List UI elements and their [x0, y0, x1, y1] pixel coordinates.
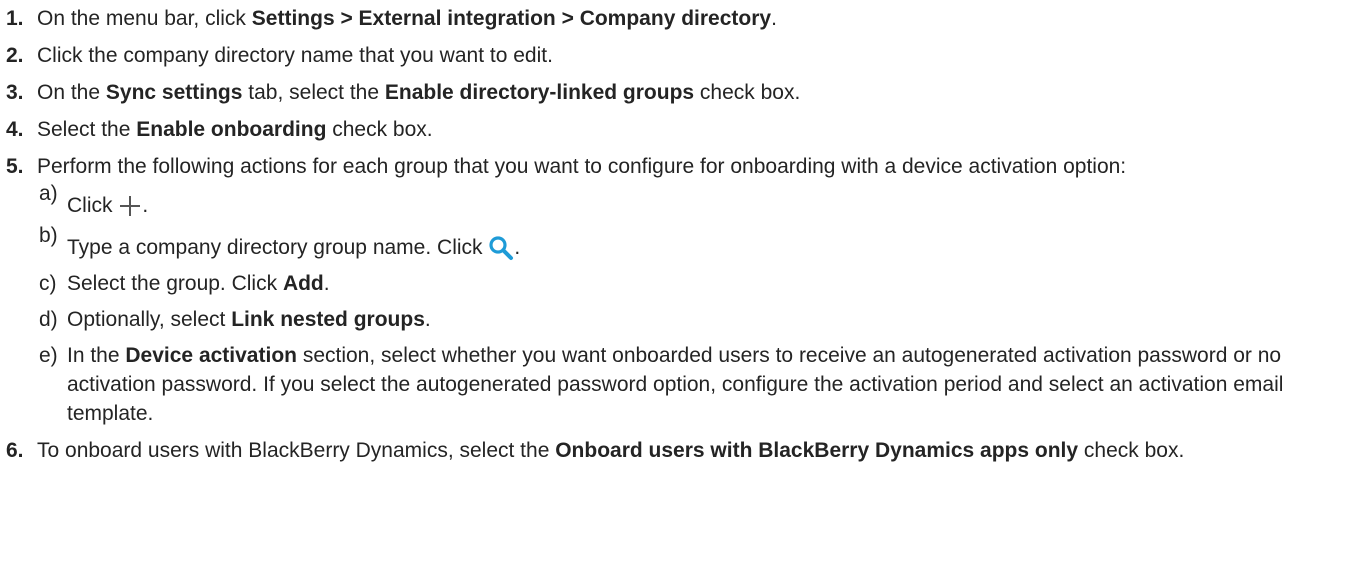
substep-list: a) Click . b) Type a company directory g…	[39, 182, 1351, 428]
step-3: 3. On the Sync settings tab, select the …	[6, 78, 1351, 107]
step-text: Click the company directory name that yo…	[37, 44, 553, 67]
search-icon	[488, 235, 514, 261]
substep-letter: a)	[39, 182, 58, 205]
substep-letter: c)	[39, 272, 57, 295]
step-number: 4.	[6, 118, 24, 141]
substep-c: c) Select the group. Click Add.	[39, 269, 1351, 298]
procedure-document: 1. On the menu bar, click Settings > Ext…	[0, 0, 1357, 465]
step-text: On the menu bar, click Settings > Extern…	[37, 7, 777, 30]
substep-letter: e)	[39, 344, 58, 367]
step-5: 5. Perform the following actions for eac…	[6, 152, 1351, 428]
step-text: Perform the following actions for each g…	[37, 155, 1127, 178]
checkbox-name: Onboard users with BlackBerry Dynamics a…	[555, 439, 1079, 462]
step-number: 2.	[6, 44, 24, 67]
step-2: 2. Click the company directory name that…	[6, 41, 1351, 70]
substep-text: Optionally, select Link nested groups.	[67, 308, 431, 331]
step-1: 1. On the menu bar, click Settings > Ext…	[6, 4, 1351, 33]
menu-path: Settings > External integration > Compan…	[251, 7, 772, 30]
substep-e: e) In the Device activation section, sel…	[39, 341, 1351, 428]
substep-text: In the Device activation section, select…	[67, 344, 1284, 425]
tab-name: Sync settings	[105, 81, 243, 104]
step-number: 1.	[6, 7, 24, 30]
step-6: 6. To onboard users with BlackBerry Dyna…	[6, 436, 1351, 465]
checkbox-name: Enable onboarding	[136, 118, 327, 141]
button-name: Add	[282, 272, 324, 295]
substep-d: d) Optionally, select Link nested groups…	[39, 305, 1351, 334]
checkbox-name: Enable directory-linked groups	[384, 81, 695, 104]
substep-a: a) Click .	[39, 182, 1351, 220]
substep-b: b) Type a company directory group name. …	[39, 224, 1351, 262]
step-text: To onboard users with BlackBerry Dynamic…	[37, 439, 1185, 462]
step-number: 3.	[6, 81, 24, 104]
option-name: Link nested groups	[231, 308, 425, 331]
step-text: Select the Enable onboarding check box.	[37, 118, 433, 141]
substep-letter: d)	[39, 308, 58, 331]
substep-text: Type a company directory group name. Cli…	[67, 227, 520, 262]
section-name: Device activation	[125, 344, 297, 367]
plus-icon	[118, 194, 142, 218]
substep-letter: b)	[39, 224, 58, 247]
substep-text: Select the group. Click Add.	[67, 272, 330, 295]
step-4: 4. Select the Enable onboarding check bo…	[6, 115, 1351, 144]
step-number: 6.	[6, 439, 24, 462]
step-number: 5.	[6, 155, 24, 178]
substep-text: Click .	[67, 194, 149, 218]
step-text: On the Sync settings tab, select the Ena…	[37, 81, 801, 104]
